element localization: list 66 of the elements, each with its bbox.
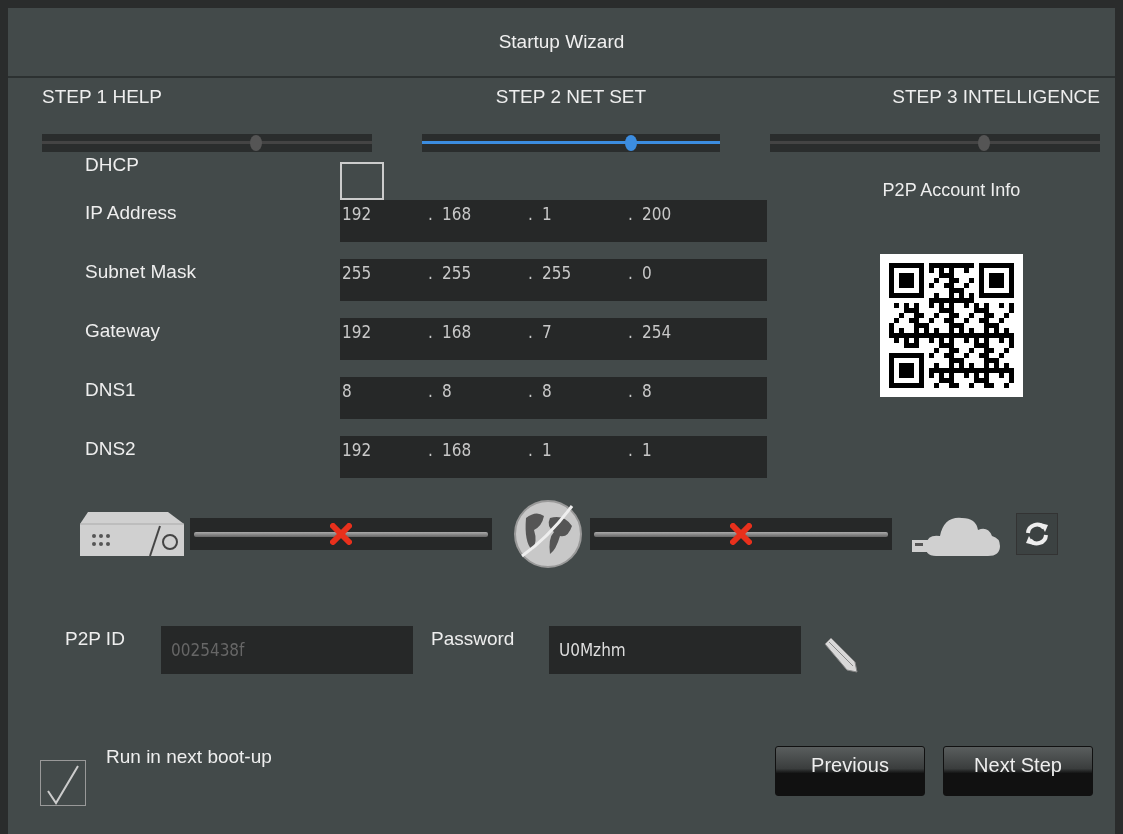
octet-value: 200 bbox=[641, 204, 673, 224]
octet-value: 192 bbox=[341, 440, 373, 460]
refresh-icon bbox=[1024, 521, 1050, 547]
octet-value: 168 bbox=[441, 440, 473, 460]
dot-separator: . bbox=[627, 322, 634, 342]
field-label: DHCP bbox=[85, 153, 140, 176]
dhcp-checkbox[interactable] bbox=[340, 162, 384, 200]
dot-separator: . bbox=[627, 263, 634, 283]
refresh-button[interactable] bbox=[1016, 513, 1058, 555]
ip-address-field[interactable]: 192 . 168 . 7 . 254 bbox=[340, 318, 767, 360]
octet-value: 168 bbox=[441, 204, 473, 224]
step-label[interactable]: STEP 2 NET SET bbox=[495, 86, 647, 114]
dot-separator: . bbox=[627, 440, 634, 460]
password-field[interactable]: U0Mzhm bbox=[549, 626, 801, 674]
ip-address-field[interactable]: 255 . 255 . 255 . 0 bbox=[340, 259, 767, 301]
dot-separator: . bbox=[527, 322, 534, 342]
check-icon bbox=[46, 765, 80, 805]
octet-value: 255 bbox=[341, 263, 373, 283]
checkbox-label: Run in next boot-up bbox=[106, 746, 272, 768]
dot-separator: . bbox=[527, 263, 534, 283]
octet-value: 1 bbox=[541, 204, 553, 224]
field-label: DNS1 bbox=[85, 378, 137, 401]
dot-separator: . bbox=[627, 381, 634, 401]
octet-value: 254 bbox=[641, 322, 673, 342]
octet-value: 255 bbox=[441, 263, 473, 283]
dot-separator: . bbox=[627, 204, 634, 224]
octet-value: 8 bbox=[341, 381, 353, 401]
dot-separator: . bbox=[427, 263, 434, 283]
step-label[interactable]: STEP 3 INTELLIGENCE bbox=[892, 86, 1100, 114]
error-x-icon bbox=[730, 523, 752, 545]
field-label: Password bbox=[431, 627, 516, 650]
dot-separator: . bbox=[427, 204, 434, 224]
dot-separator: . bbox=[427, 381, 434, 401]
ip-address-field[interactable]: 192 . 168 . 1 . 200 bbox=[340, 200, 767, 242]
octet-value: 1 bbox=[541, 440, 553, 460]
window-title: Startup Wizard bbox=[498, 31, 625, 53]
octet-value: 192 bbox=[341, 204, 373, 224]
dot-separator: . bbox=[427, 440, 434, 460]
octet-value: 8 bbox=[541, 381, 553, 401]
octet-value: 7 bbox=[541, 322, 553, 342]
error-x-icon bbox=[330, 523, 352, 545]
octet-value: 8 bbox=[641, 381, 653, 401]
ip-address-field[interactable]: 8 . 8 . 8 . 8 bbox=[340, 377, 767, 419]
octet-value: 255 bbox=[541, 263, 573, 283]
field-label: P2P ID bbox=[65, 627, 126, 650]
dot-separator: . bbox=[527, 204, 534, 224]
dot-separator: . bbox=[427, 322, 434, 342]
field-label: IP Address bbox=[85, 201, 178, 224]
boot-checkbox[interactable] bbox=[40, 760, 86, 806]
octet-value: 192 bbox=[341, 322, 373, 342]
octet-value: 168 bbox=[441, 322, 473, 342]
octet-value: 0 bbox=[641, 263, 653, 283]
field-label: Subnet Mask bbox=[85, 260, 197, 283]
field-label: DNS2 bbox=[85, 437, 137, 460]
wizard-button[interactable]: Next Step bbox=[943, 746, 1093, 796]
field-label: Gateway bbox=[85, 319, 161, 342]
step-label[interactable]: STEP 1 HELP bbox=[42, 86, 163, 114]
octet-value: 1 bbox=[641, 440, 653, 460]
panel-title: P2P Account Info bbox=[882, 180, 1021, 201]
globe-icon bbox=[512, 498, 584, 570]
octet-value: 8 bbox=[441, 381, 453, 401]
ip-address-field[interactable]: 192 . 168 . 1 . 1 bbox=[340, 436, 767, 478]
recorder-icon bbox=[80, 512, 184, 556]
dot-separator: . bbox=[527, 440, 534, 460]
wizard-button[interactable]: Previous bbox=[775, 746, 925, 796]
dot-separator: . bbox=[527, 381, 534, 401]
